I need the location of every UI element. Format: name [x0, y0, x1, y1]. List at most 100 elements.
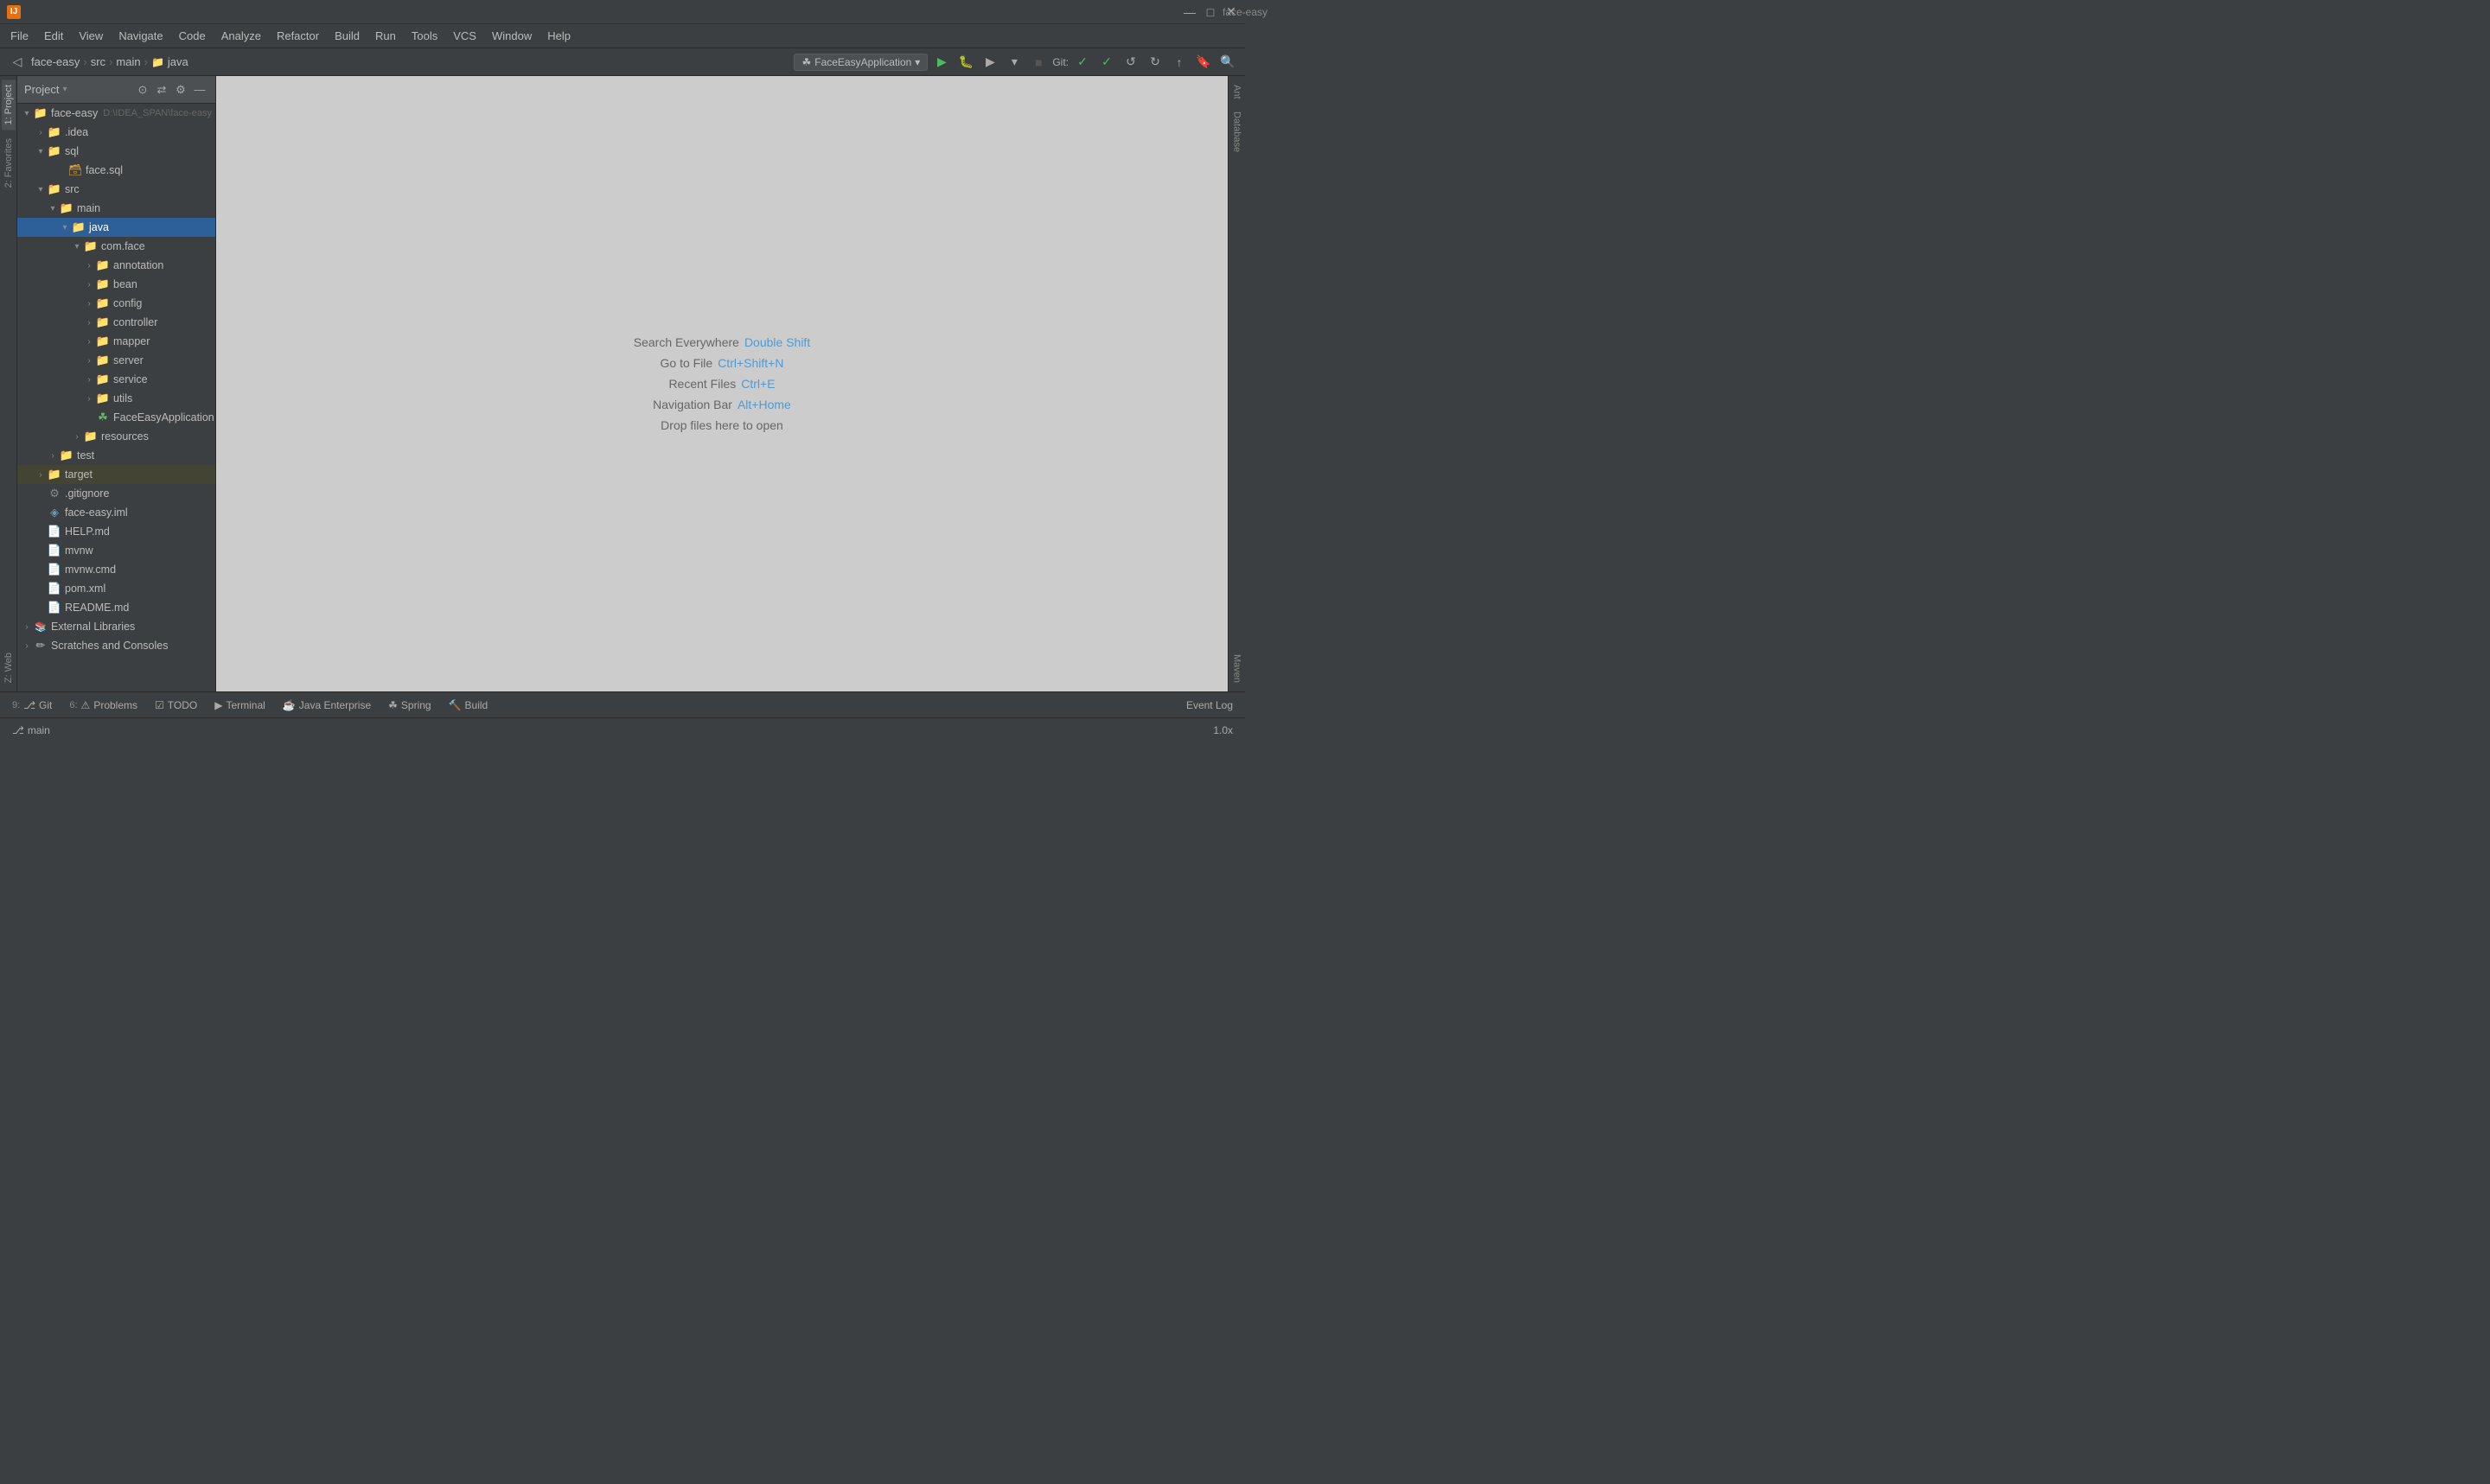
- menu-code[interactable]: Code: [172, 27, 213, 45]
- bottom-tab-problems[interactable]: 6: ⚠ Problems: [61, 696, 146, 715]
- tree-arrow: ›: [83, 337, 95, 347]
- tree-item-bean[interactable]: › 📁 bean: [17, 275, 215, 294]
- tree-item-server[interactable]: › 📁 server: [17, 351, 215, 370]
- tree-item-service[interactable]: › 📁 service: [17, 370, 215, 389]
- back-button[interactable]: ◁: [7, 52, 28, 73]
- tree-arrow: ›: [21, 622, 33, 632]
- menu-tools[interactable]: Tools: [405, 27, 444, 45]
- tree-item-scratches[interactable]: › ✏ Scratches and Consoles: [17, 636, 215, 655]
- menu-file[interactable]: File: [3, 27, 35, 45]
- bottom-tab-java-enterprise[interactable]: ☕ Java Enterprise: [274, 696, 380, 715]
- git-push[interactable]: ↑: [1169, 52, 1190, 73]
- tree-item-face-easy[interactable]: ▾ 📁 face-easy D:\IDEA_SPAN\face-easy: [17, 104, 215, 123]
- more-run-button[interactable]: ▾: [1004, 52, 1025, 73]
- locate-button[interactable]: ⊙: [134, 81, 151, 99]
- tree-item-mvnw-cmd[interactable]: 📄 mvnw.cmd: [17, 560, 215, 579]
- tree-item-gitignore[interactable]: ⚙ .gitignore: [17, 484, 215, 503]
- tree-item-pom[interactable]: 📄 pom.xml: [17, 579, 215, 598]
- bottom-tab-build[interactable]: 🔨 Build: [440, 696, 497, 715]
- tree-item-face-sql[interactable]: 🗃 face.sql: [17, 161, 215, 180]
- right-tab-maven[interactable]: Maven: [1230, 649, 1244, 688]
- scratches-icon: ✏: [33, 639, 48, 653]
- tree-item-external-libs[interactable]: › 📚 External Libraries: [17, 617, 215, 636]
- tree-item-sql[interactable]: ▾ 📁 sql: [17, 142, 215, 161]
- maximize-button[interactable]: □: [1204, 5, 1217, 19]
- tree-item-java[interactable]: ▾ 📁 java: [17, 218, 215, 237]
- tree-item-help[interactable]: 📄 HELP.md: [17, 522, 215, 541]
- breadcrumb-project[interactable]: face-easy: [31, 55, 80, 68]
- tree-item-target[interactable]: › 📁 target: [17, 465, 215, 484]
- menu-help[interactable]: Help: [540, 27, 578, 45]
- tree-arrow: ›: [21, 641, 33, 651]
- tree-item-test[interactable]: › 📁 test: [17, 446, 215, 465]
- right-tab-database[interactable]: Database: [1230, 106, 1244, 157]
- breadcrumb-src[interactable]: src: [91, 55, 105, 68]
- bookmark-button[interactable]: 🔖: [1193, 52, 1214, 73]
- bottom-tab-todo[interactable]: ☑ TODO: [146, 696, 206, 715]
- sidebar-tab-favorites[interactable]: 2: Favorites: [2, 133, 16, 193]
- tree-item-readme[interactable]: 📄 README.md: [17, 598, 215, 617]
- menu-window[interactable]: Window: [485, 27, 539, 45]
- run-config-button[interactable]: ☘ FaceEasyApplication ▾: [794, 54, 928, 71]
- git-check1[interactable]: ✓: [1072, 52, 1093, 73]
- tree-item-faceapp[interactable]: ☘ FaceEasyApplication: [17, 408, 215, 427]
- breadcrumb-main[interactable]: main: [116, 55, 140, 68]
- bottom-tabs: 9: ⎇ Git 6: ⚠ Problems ☑ TODO ▶ Terminal…: [0, 691, 1245, 717]
- git-label: Git:: [1052, 56, 1069, 68]
- tree-item-iml[interactable]: ◈ face-easy.iml: [17, 503, 215, 522]
- right-tab-ant[interactable]: Ant: [1230, 80, 1244, 105]
- menu-view[interactable]: View: [72, 27, 110, 45]
- tree-item-main[interactable]: ▾ 📁 main: [17, 199, 215, 218]
- file-tree[interactable]: ▾ 📁 face-easy D:\IDEA_SPAN\face-easy › 📁…: [17, 104, 215, 691]
- bottom-tab-terminal[interactable]: ▶ Terminal: [206, 696, 274, 715]
- settings-button[interactable]: ⚙: [172, 81, 189, 99]
- stop-button[interactable]: ■: [1028, 52, 1049, 73]
- git-check2[interactable]: ✓: [1096, 52, 1117, 73]
- app-icon: IJ: [7, 5, 21, 19]
- git-history[interactable]: ↺: [1120, 52, 1141, 73]
- tree-arrow: ›: [83, 261, 95, 271]
- tree-item-src[interactable]: ▾ 📁 src: [17, 180, 215, 199]
- external-libs-icon: 📚: [33, 621, 48, 633]
- panel-dropdown-icon[interactable]: ▾: [62, 85, 67, 94]
- tree-item-resources[interactable]: › 📁 resources: [17, 427, 215, 446]
- tree-item-config[interactable]: › 📁 config: [17, 294, 215, 313]
- menu-edit[interactable]: Edit: [37, 27, 70, 45]
- coverage-button[interactable]: ▶: [980, 52, 1000, 73]
- sidebar-tab-web[interactable]: Z: Web: [2, 647, 16, 688]
- menu-analyze[interactable]: Analyze: [214, 27, 268, 45]
- hide-panel-button[interactable]: —: [191, 81, 208, 99]
- folder-icon: 📁: [95, 296, 111, 310]
- tree-item-mvnw[interactable]: 📄 mvnw: [17, 541, 215, 560]
- menu-vcs[interactable]: VCS: [446, 27, 483, 45]
- tree-item-idea[interactable]: › 📁 .idea: [17, 123, 215, 142]
- menu-build[interactable]: Build: [328, 27, 367, 45]
- terminal-tab-icon: ▶: [214, 699, 222, 711]
- run-button[interactable]: ▶: [931, 52, 952, 73]
- collapse-button[interactable]: ⇄: [153, 81, 170, 99]
- status-zoom[interactable]: 1.0x: [1208, 724, 1238, 736]
- problems-tab-number: 6:: [69, 700, 77, 710]
- tree-item-controller[interactable]: › 📁 controller: [17, 313, 215, 332]
- sidebar-tab-project[interactable]: 1: Project: [2, 80, 16, 130]
- tree-item-annotation[interactable]: › 📁 annotation: [17, 256, 215, 275]
- menu-refactor[interactable]: Refactor: [270, 27, 326, 45]
- bottom-tab-git[interactable]: 9: ⎇ Git: [3, 696, 61, 715]
- bottom-tab-event-log[interactable]: Event Log: [1178, 696, 1242, 715]
- debug-button[interactable]: 🐛: [955, 52, 976, 73]
- tree-item-comface[interactable]: ▾ 📁 com.face: [17, 237, 215, 256]
- tree-item-utils[interactable]: › 📁 utils: [17, 389, 215, 408]
- search-button[interactable]: 🔍: [1217, 52, 1238, 73]
- breadcrumb-java[interactable]: java: [168, 55, 188, 68]
- editor-hints: Search Everywhere Double Shift Go to Fil…: [634, 328, 810, 439]
- tree-arrow: ›: [71, 432, 83, 442]
- java-enterprise-label: Java Enterprise: [299, 699, 371, 711]
- menu-navigate[interactable]: Navigate: [112, 27, 169, 45]
- status-git[interactable]: ⎇ main: [7, 718, 55, 742]
- tree-item-mapper[interactable]: › 📁 mapper: [17, 332, 215, 351]
- menu-run[interactable]: Run: [368, 27, 403, 45]
- minimize-button[interactable]: —: [1183, 5, 1197, 19]
- iml-icon: ◈: [47, 506, 62, 519]
- git-update[interactable]: ↻: [1145, 52, 1165, 73]
- bottom-tab-spring[interactable]: ☘ Spring: [380, 696, 439, 715]
